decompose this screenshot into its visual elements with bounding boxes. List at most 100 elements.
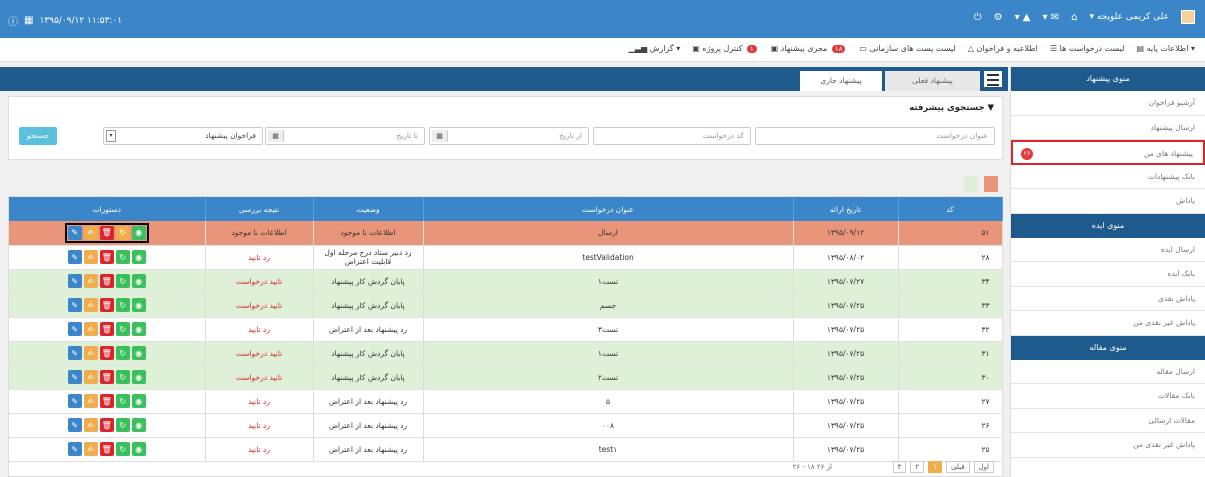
sidebar-item-cash-reward[interactable]: پاداش نقدی <box>1011 287 1205 311</box>
tab-inactive[interactable]: پیشنهاد فعلی <box>885 71 980 91</box>
sidebar-item-send-proposal[interactable]: ارسال پیشنهاد <box>1011 116 1205 140</box>
search-button[interactable]: جستجو <box>19 127 57 145</box>
edit-icon[interactable]: ✍ <box>83 346 98 360</box>
bell-icon[interactable]: ▾ ▲ <box>1015 12 1031 23</box>
calendar-icon[interactable]: ▦ <box>268 130 284 142</box>
view-icon[interactable]: ◉ <box>131 322 146 336</box>
menu-requests[interactable]: ☰ لیست درخواست ها <box>1050 44 1125 53</box>
sidebar-item-send-article[interactable]: ارسال مقاله <box>1011 360 1205 384</box>
sidebar-item-archive[interactable]: آرشیو فراخوان <box>1011 91 1205 116</box>
col-date[interactable]: تاریخ ارائه <box>793 197 899 221</box>
menu-report[interactable]: ▁▃▅ گزارش ▾ <box>629 44 681 53</box>
view-icon[interactable]: ◉ <box>131 418 146 432</box>
delete-icon[interactable]: 🗑 <box>99 442 114 456</box>
edit-icon[interactable]: ✍ <box>83 298 98 312</box>
row-title[interactable]: تست۱ <box>423 341 794 366</box>
refresh-icon[interactable]: ↻ <box>115 346 130 360</box>
menu-announcements[interactable]: △ اطلاعیه و فراخوان <box>968 44 1038 53</box>
note-icon[interactable]: ✎ <box>67 442 82 456</box>
row-title[interactable]: ۰۰۸ <box>423 413 794 438</box>
pager-prev[interactable]: قبلی <box>945 461 970 473</box>
type-select[interactable]: ▾ فراخوان پیشنهاد <box>103 127 263 145</box>
view-icon[interactable]: ◉ <box>131 370 146 384</box>
pager-page-3[interactable]: ۳ <box>892 461 907 473</box>
view-icon[interactable]: ◉ <box>131 346 146 360</box>
view-icon[interactable]: ◉ <box>131 298 146 312</box>
note-icon[interactable]: ✎ <box>67 418 82 432</box>
menu-base-info[interactable]: ▤ اطلاعات پایه ▾ <box>1137 44 1196 53</box>
note-icon[interactable]: ✎ <box>67 346 82 360</box>
power-icon[interactable]: ⏻ <box>974 12 982 23</box>
view-icon[interactable]: ◉ <box>131 274 146 288</box>
edit-icon[interactable]: ✍ <box>83 442 98 456</box>
row-title[interactable]: جسم <box>423 293 794 318</box>
view-icon[interactable]: ◉ <box>131 442 146 456</box>
delete-icon[interactable]: 🗑 <box>99 346 114 360</box>
refresh-icon[interactable]: ↻ <box>115 250 130 264</box>
edit-icon[interactable]: ✍ <box>83 250 98 264</box>
edit-icon[interactable]: ✍ <box>83 322 98 336</box>
pager-page-1[interactable]: ۱ <box>928 461 942 473</box>
sidebar-item-article-reward[interactable]: پاداش غیر نقدی من <box>1011 433 1205 458</box>
delete-icon[interactable]: 🗑 <box>99 298 114 312</box>
menu-mojri[interactable]: ▣ مجری پیشنهاد ۱۸ <box>771 44 848 53</box>
refresh-icon[interactable]: ↻ <box>115 442 130 456</box>
view-icon[interactable]: ◉ <box>131 394 146 408</box>
row-title[interactable]: testValidation <box>423 245 794 270</box>
col-code[interactable]: کد <box>898 197 1003 221</box>
code-input[interactable]: کد درخواست <box>593 127 751 145</box>
view-icon[interactable]: ◉ <box>131 225 146 240</box>
refresh-icon[interactable]: ↻ <box>115 418 130 432</box>
pager-page-2[interactable]: ۲ <box>910 461 925 473</box>
note-icon[interactable]: ✎ <box>67 394 82 408</box>
col-title[interactable]: عنوان درخواست <box>423 197 794 221</box>
calendar-icon[interactable]: ▦ <box>432 130 448 142</box>
note-icon[interactable]: ✎ <box>67 322 82 336</box>
refresh-icon[interactable]: ↻ <box>115 394 130 408</box>
view-icon[interactable]: ◉ <box>131 250 146 264</box>
info-icon[interactable]: ⓘ <box>8 13 18 28</box>
edit-icon[interactable]: ✍ <box>83 225 98 240</box>
note-icon[interactable]: ✎ <box>67 225 82 240</box>
sidebar-item-my-proposals[interactable]: پیشنهاد های من ۲۶ <box>1011 140 1205 165</box>
home-icon[interactable]: ⌂ <box>1071 12 1077 23</box>
edit-icon[interactable]: ✍ <box>83 274 98 288</box>
row-title[interactable]: تست۱ <box>423 269 794 294</box>
sidebar-item-proposal-bank[interactable]: بانک پیشنهادات <box>1011 165 1205 189</box>
advanced-search-title[interactable]: جستجوی پیشرفته ▼ <box>909 103 994 113</box>
row-title[interactable]: ۵ <box>423 389 794 414</box>
refresh-icon[interactable]: ↻ <box>115 322 130 336</box>
delete-icon[interactable]: 🗑 <box>99 274 114 288</box>
row-title[interactable]: تست۳ <box>423 317 794 342</box>
note-icon[interactable]: ✎ <box>67 250 82 264</box>
note-icon[interactable]: ✎ <box>67 370 82 384</box>
delete-icon[interactable]: 🗑 <box>99 225 114 240</box>
refresh-icon[interactable]: ↻ <box>115 274 130 288</box>
row-title[interactable]: test۱ <box>423 437 794 462</box>
pager-first[interactable]: اول <box>973 461 994 473</box>
sidebar-item-noncash-reward[interactable]: پاداش غیر نقدی من <box>1011 311 1205 336</box>
delete-icon[interactable]: 🗑 <box>99 250 114 264</box>
edit-icon[interactable]: ✍ <box>83 370 98 384</box>
sidebar-item-reward[interactable]: پاداش <box>1011 189 1205 214</box>
refresh-icon[interactable]: ↻ <box>115 370 130 384</box>
mail-icon[interactable]: ▾ ✉ <box>1043 12 1060 23</box>
menu-control[interactable]: ▣ کنترل پروژه ۱ <box>692 44 758 53</box>
edit-icon[interactable]: ✍ <box>83 418 98 432</box>
menu-org-posts[interactable]: ▭ لیست پست های سازمانی <box>859 44 955 53</box>
menu-toggle-icon[interactable] <box>984 71 1002 87</box>
edit-icon[interactable]: ✍ <box>83 394 98 408</box>
delete-icon[interactable]: 🗑 <box>99 322 114 336</box>
to-date-input[interactable]: ▦ تا تاریخ <box>265 127 425 145</box>
gear-icon[interactable]: ⚙ <box>994 12 1003 23</box>
delete-icon[interactable]: 🗑 <box>99 394 114 408</box>
tab-active[interactable]: پیشنهاد جاری <box>800 71 882 91</box>
note-icon[interactable]: ✎ <box>67 298 82 312</box>
sidebar-item-send-idea[interactable]: ارسال ایده <box>1011 238 1205 262</box>
sidebar-item-article-bank[interactable]: بانک مقالات <box>1011 384 1205 409</box>
sidebar-item-sent-articles[interactable]: مقالات ارسالی <box>1011 409 1205 433</box>
delete-icon[interactable]: 🗑 <box>99 418 114 432</box>
user-menu[interactable]: ▾ علی کریمی علویجه <box>1089 12 1169 22</box>
delete-icon[interactable]: 🗑 <box>99 370 114 384</box>
row-title[interactable]: تست۲ <box>423 365 794 390</box>
